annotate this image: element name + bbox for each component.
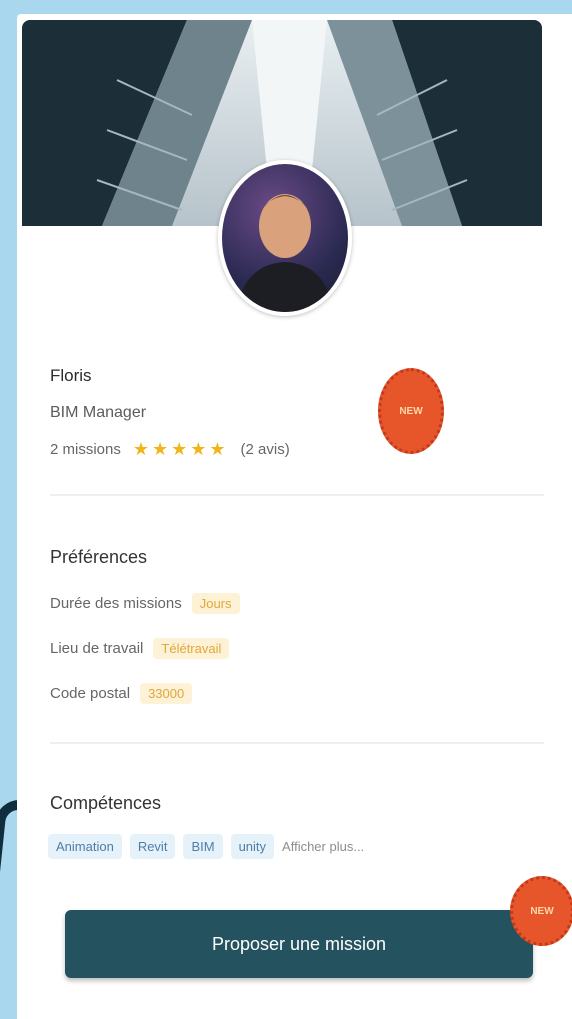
star-rating: ★★★★★	[132, 439, 229, 459]
new-badge: NEW	[378, 368, 444, 454]
show-more-link[interactable]: Afficher plus...	[282, 839, 364, 854]
skill-tag: unity	[230, 834, 275, 859]
new-badge: NEW	[510, 876, 572, 946]
preference-value: Jours	[191, 593, 240, 614]
preference-label: Code postal	[50, 685, 131, 702]
preferences-title: Préférences	[50, 547, 148, 567]
skills-title: Compétences	[50, 793, 162, 813]
avatar-photo	[236, 194, 334, 312]
propose-mission-button[interactable]: Proposer une mission	[65, 910, 533, 978]
preference-label: Durée des missions	[50, 595, 182, 612]
avatar	[218, 160, 352, 316]
missions-count: 2 missions	[50, 441, 121, 458]
preference-value: Télétravail	[153, 638, 230, 659]
skill-tag: Animation	[48, 834, 122, 859]
new-badge-label: NEW	[530, 905, 554, 917]
profile-name: Floris	[50, 366, 92, 385]
divider	[50, 494, 544, 496]
divider	[50, 742, 544, 744]
preference-label: Lieu de travail	[50, 640, 144, 657]
preference-row-location: Lieu de travail Télétravail	[50, 638, 230, 659]
preference-row-duration: Durée des missions Jours	[50, 593, 240, 614]
profile-role: BIM Manager	[50, 404, 147, 421]
skill-tag: Revit	[129, 834, 176, 859]
new-badge-label: NEW	[399, 405, 423, 417]
skill-tag: BIM	[183, 834, 223, 859]
rating-row: 2 missions ★★★★★ (2 avis)	[50, 439, 290, 460]
preference-row-postal-code: Code postal 33000	[50, 683, 193, 704]
preference-value: 33000	[140, 683, 193, 704]
reviews-count: (2 avis)	[240, 441, 290, 458]
skills-list: Animation Revit BIM unity Afficher plus.…	[48, 834, 364, 859]
